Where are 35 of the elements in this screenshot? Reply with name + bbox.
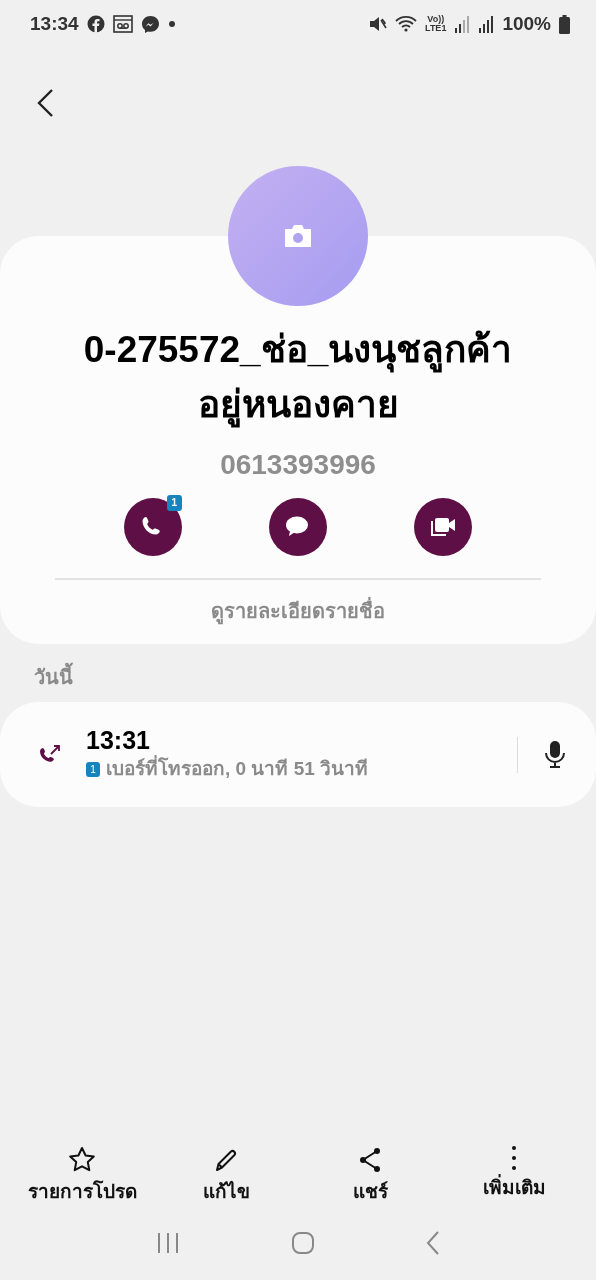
- more-icon: [512, 1145, 516, 1170]
- home-icon[interactable]: [291, 1231, 315, 1255]
- battery-icon: [559, 14, 570, 34]
- call-button[interactable]: 1: [123, 498, 182, 556]
- signal-icon: [478, 15, 495, 33]
- favorite-button[interactable]: รายการโปรด: [12, 1145, 152, 1206]
- dot-icon: [167, 20, 176, 28]
- more-button[interactable]: เพิ่มเติม: [444, 1145, 584, 1206]
- network-label: LTE1: [425, 24, 447, 33]
- wifi-icon: [395, 15, 418, 33]
- microphone-icon[interactable]: [544, 739, 566, 770]
- call-log-card[interactable]: 13:31 1 เบอร์ที่โทรออก, 0 นาที 51 วินาที: [0, 702, 596, 807]
- sim-badge: 1: [86, 762, 100, 777]
- recent-apps-icon[interactable]: [155, 1232, 180, 1254]
- back-icon[interactable]: [36, 88, 56, 118]
- phone-number: 0613393996: [219, 448, 377, 482]
- contact-name: 0-275572_ช่อ_นงนุชลูกค้าอยู่หนองคาย: [73, 322, 523, 432]
- star-icon: [68, 1145, 96, 1174]
- call-description: เบอร์ที่โทรออก, 0 นาที 51 วินาที: [106, 755, 369, 784]
- camera-icon: [283, 224, 313, 248]
- message-button[interactable]: [269, 498, 327, 556]
- messenger-icon: [140, 14, 160, 34]
- voicemail-icon: [112, 15, 133, 33]
- edit-button[interactable]: แก้ไข: [156, 1145, 296, 1206]
- mute-icon: [369, 15, 388, 33]
- volte-label: Vo)): [427, 15, 445, 24]
- share-button[interactable]: แชร์: [300, 1145, 440, 1206]
- section-label: วันนี้: [34, 662, 596, 692]
- signal-icon: [454, 15, 471, 33]
- status-time: 13:34: [30, 11, 79, 36]
- sim-badge: 1: [166, 495, 182, 511]
- facebook-icon: [86, 15, 105, 33]
- call-time: 13:31: [86, 725, 151, 755]
- battery-percent: 100%: [502, 11, 551, 36]
- video-call-button[interactable]: [414, 498, 473, 556]
